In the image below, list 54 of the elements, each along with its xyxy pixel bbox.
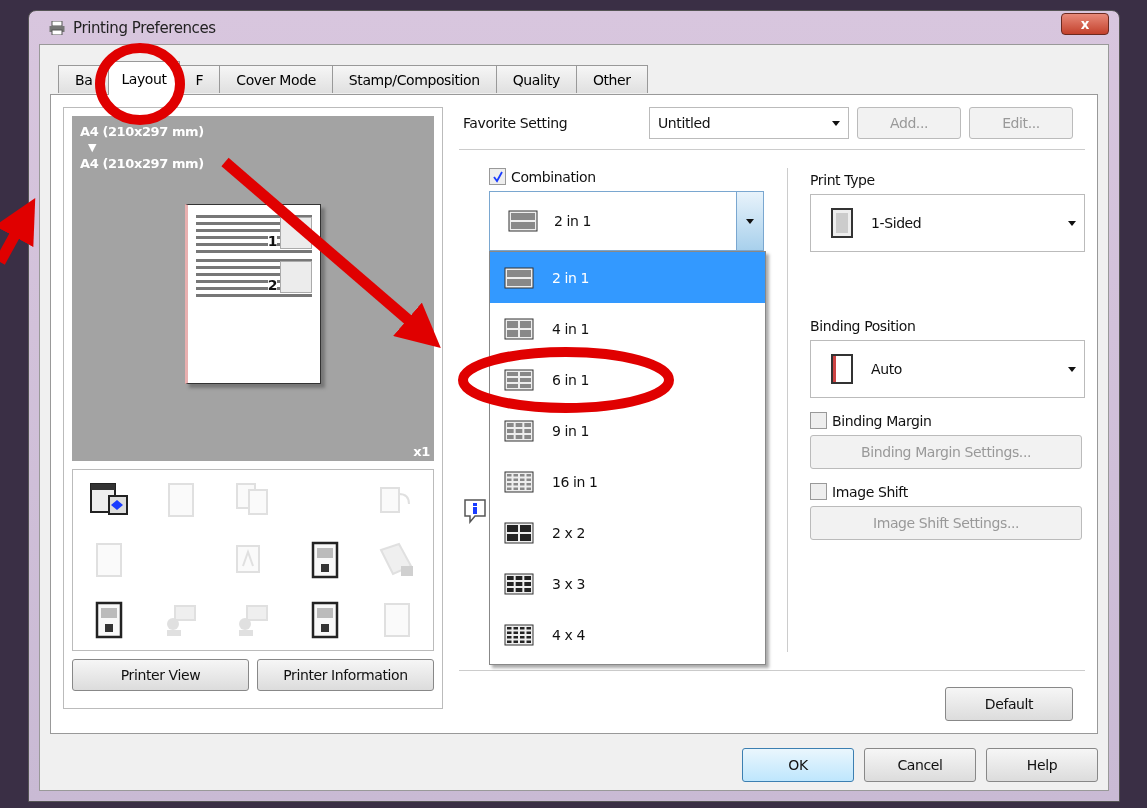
- combination-checkbox[interactable]: Combination: [489, 168, 787, 185]
- printer-button[interactable]: Printer View: [72, 659, 249, 691]
- dialog-button[interactable]: Help: [986, 748, 1098, 782]
- caret-icon: [1068, 220, 1076, 226]
- binding-position-dropdown[interactable]: Auto: [810, 340, 1085, 398]
- page-grid-icon: [504, 572, 534, 595]
- default-button[interactable]: Default: [945, 687, 1073, 721]
- page-grid-icon: [504, 266, 534, 289]
- check-icon: [491, 170, 504, 183]
- page-grid-icon: [504, 470, 534, 493]
- printer-button[interactable]: Printer Information: [257, 659, 434, 691]
- close-button[interactable]: x: [1061, 13, 1109, 35]
- print-type-label: Print Type: [810, 172, 876, 188]
- page-grid-icon: [504, 623, 534, 646]
- image-shift-checkbox[interactable]: Image Shift: [810, 483, 1085, 500]
- tab[interactable]: Quality: [495, 65, 577, 93]
- tab[interactable]: Cover Mode: [219, 65, 333, 93]
- window-title: Printing Preferences: [73, 18, 217, 37]
- tab[interactable]: Other: [575, 65, 648, 93]
- combination-option[interactable]: 3 x 3: [490, 558, 765, 609]
- combination-dropdown[interactable]: 2 in 1: [489, 191, 764, 251]
- binding-margin-checkbox[interactable]: Binding Margin: [810, 412, 1085, 429]
- annotation-arrow: [0, 197, 36, 265]
- down-arrow-glyph: ▼: [87, 142, 98, 154]
- print-type-dropdown[interactable]: 1-Sided: [810, 194, 1085, 252]
- combination-option[interactable]: 6 in 1: [490, 354, 765, 405]
- favorite-setting-label: Favorite Setting: [463, 115, 569, 131]
- caret-icon: [1068, 366, 1076, 372]
- page-grid-icon: [504, 419, 534, 442]
- combination-option[interactable]: 9 in 1: [490, 405, 765, 456]
- combination-option[interactable]: 4 in 1: [490, 303, 765, 354]
- binding-position-label: Binding Position: [810, 318, 917, 334]
- paper-size-label: A4 (210x297 mm): [80, 123, 205, 141]
- page-preview: 1 2: [185, 204, 321, 384]
- printer-icon: [49, 20, 65, 35]
- page-grid-icon: [504, 317, 534, 340]
- dropdown-button[interactable]: [736, 192, 763, 250]
- combination-option[interactable]: 16 in 1: [490, 456, 765, 507]
- tab[interactable]: Stamp/Composition: [331, 65, 497, 93]
- caret-icon: [832, 120, 840, 126]
- page-grid-icon: [508, 210, 538, 232]
- page-grid-icon: [504, 368, 534, 391]
- page-icon: [831, 354, 853, 384]
- dialog-button[interactable]: Cancel: [864, 748, 976, 782]
- copies-label: x1: [413, 444, 430, 459]
- paper-size-label: A4 (210x297 mm): [80, 155, 205, 173]
- info-icon[interactable]: [463, 498, 487, 524]
- combination-option[interactable]: 4 x 4: [490, 609, 765, 660]
- combination-option[interactable]: 2 x 2: [490, 507, 765, 558]
- favorite-dropdown[interactable]: Untitled: [649, 107, 849, 139]
- page-grid-icon: [504, 521, 534, 544]
- page-icon: [831, 208, 853, 238]
- caret-icon: [746, 218, 754, 224]
- dialog-button[interactable]: OK: [742, 748, 854, 782]
